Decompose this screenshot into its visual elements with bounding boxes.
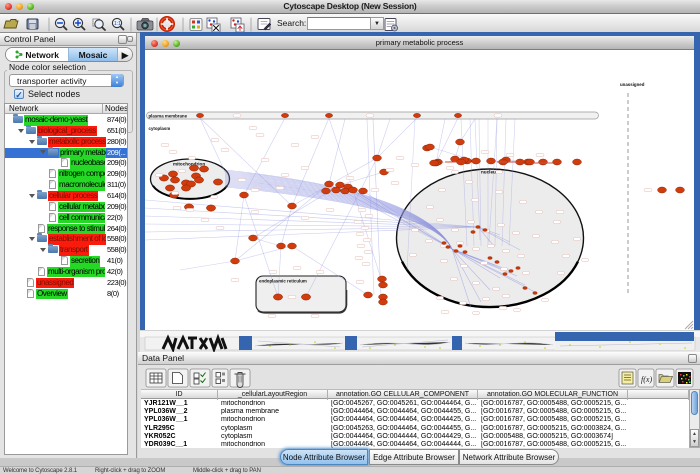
svg-text:unassigned: unassigned	[620, 82, 645, 87]
svg-text:cytoplasm: cytoplasm	[149, 126, 171, 131]
svg-text:f(x): f(x)	[641, 375, 652, 384]
svg-text:1:1: 1:1	[114, 21, 121, 27]
svg-text:endoplasmic reticulum: endoplasmic reticulum	[259, 279, 307, 284]
svg-text:mitochondrion: mitochondrion	[173, 162, 205, 167]
svg-text:plasma membrane: plasma membrane	[149, 113, 188, 118]
